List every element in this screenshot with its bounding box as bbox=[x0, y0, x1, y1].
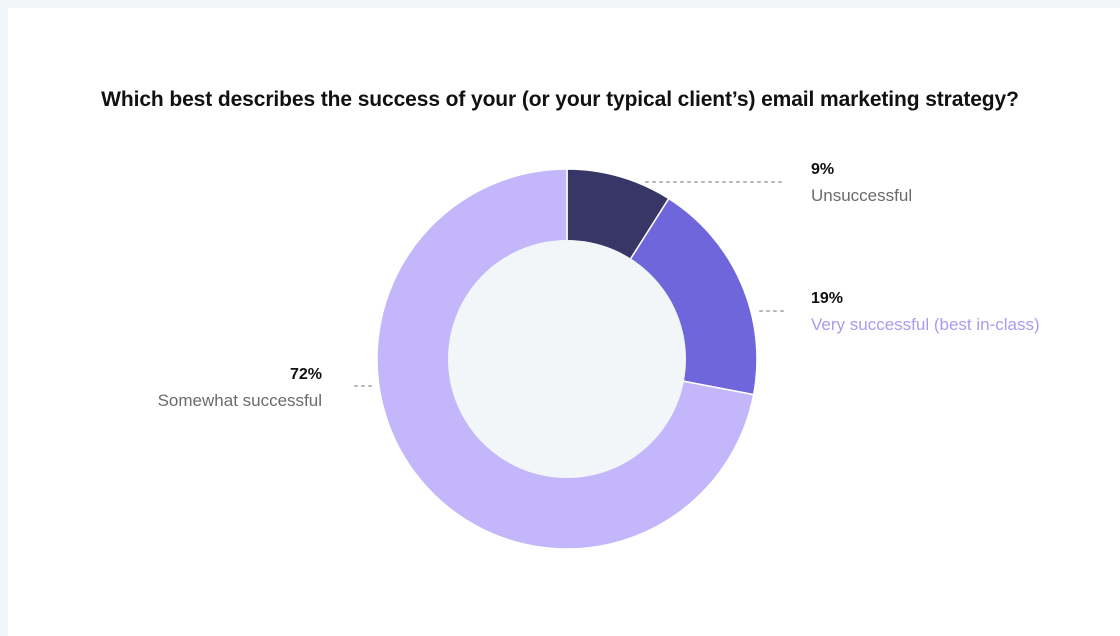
slice-percent: 19% bbox=[811, 290, 844, 307]
label-very-successful: 19% Very successful (best in-class) bbox=[811, 286, 1040, 338]
label-somewhat-successful: 72% Somewhat successful bbox=[158, 362, 322, 414]
donut-center bbox=[448, 240, 686, 478]
label-unsuccessful: 9% Unsuccessful bbox=[811, 157, 912, 209]
slice-percent: 9% bbox=[811, 161, 835, 178]
slice-name: Somewhat successful bbox=[157, 391, 322, 410]
slice-percent: 72% bbox=[289, 366, 322, 383]
slice-name: Very successful (best in-class) bbox=[811, 315, 1040, 334]
slice-name: Unsuccessful bbox=[811, 186, 913, 205]
